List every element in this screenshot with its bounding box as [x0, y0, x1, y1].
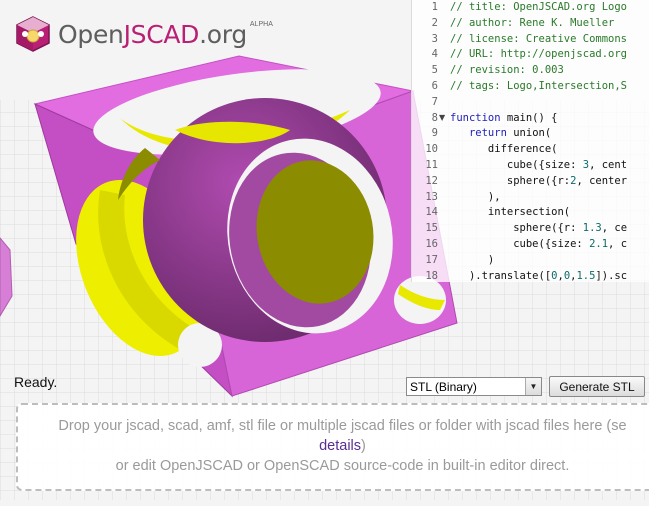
code-line[interactable]: // URL: http://openjscad.org — [450, 47, 627, 63]
alpha-badge: ALPHA — [249, 20, 273, 28]
fold-arrow-icon[interactable]: ▼ — [439, 113, 445, 122]
code-line[interactable]: intersection( — [450, 205, 570, 221]
line-number: 8 — [431, 111, 438, 124]
code-line[interactable]: // revision: 0.003 — [450, 63, 564, 79]
line-number: 11 — [425, 159, 438, 171]
code-line[interactable]: function main() { — [450, 111, 557, 127]
line-number: 5 — [431, 64, 438, 77]
format-select[interactable]: STL (Binary) ▼ — [406, 377, 542, 396]
drop-instructions-line2: or edit OpenJSCAD or OpenSCAD source-cod… — [115, 458, 570, 474]
code-line[interactable]: // title: OpenJSCAD.org Logo — [450, 0, 627, 16]
line-number: 13 — [425, 190, 438, 203]
status-text: Ready. — [14, 374, 58, 390]
logo-text: OpenJSCAD.org — [58, 19, 247, 49]
logo-cube-icon — [16, 16, 50, 52]
openjscad-logo[interactable]: OpenJSCAD.org ALPHA — [14, 14, 273, 54]
line-number: 10 — [425, 143, 438, 156]
code-line[interactable]: cube({size: 2.1, c — [450, 237, 627, 253]
line-number: 12 — [425, 174, 438, 187]
code-editor[interactable]: 1 // title: OpenJSCAD.org Logo 2 // author:… — [411, 0, 649, 282]
file-drop-zone[interactable]: Drop your jscad, scad, amf, stl file or … — [16, 403, 649, 491]
code-line[interactable]: // tags: Logo,Intersection,S — [450, 79, 627, 95]
line-number: 14 — [425, 206, 438, 219]
code-line[interactable]: sphere({r: 1.3, ce — [450, 221, 627, 237]
line-number: 7 — [431, 95, 438, 108]
code-line[interactable]: ).translate([0,0,1.5]).sc — [450, 269, 627, 282]
code-line[interactable]: ) — [450, 253, 494, 269]
line-number: 16 — [425, 238, 438, 250]
drop-instructions-line1: Drop your jscad, scad, amf, stl file or … — [58, 418, 627, 434]
details-link[interactable]: details — [319, 438, 361, 454]
drop-instructions-link-line: details) — [319, 438, 366, 454]
line-number: 6 — [431, 80, 438, 92]
code-line[interactable]: return union( — [450, 126, 551, 142]
generate-button[interactable]: Generate STL — [549, 376, 645, 397]
code-line[interactable]: sphere({r:2, center — [450, 174, 627, 190]
code-line[interactable]: // license: Creative Commons — [450, 32, 627, 48]
format-select-value: STL (Binary) — [410, 379, 477, 394]
code-line[interactable]: // author: Rene K. Mueller — [450, 16, 614, 32]
code-line[interactable]: difference( — [450, 142, 558, 158]
line-number: 15 — [425, 222, 438, 235]
code-line[interactable]: ), — [450, 190, 501, 206]
line-number: 18 — [425, 269, 438, 282]
line-number: 9 — [431, 127, 438, 140]
code-line[interactable]: cube({size: 3, cent — [450, 158, 627, 174]
line-number: 1 — [431, 1, 438, 13]
line-number: 17 — [425, 253, 438, 266]
line-number: 3 — [431, 32, 438, 45]
line-number: 4 — [431, 48, 438, 61]
line-number: 2 — [431, 16, 438, 29]
chevron-down-icon[interactable]: ▼ — [525, 378, 541, 395]
